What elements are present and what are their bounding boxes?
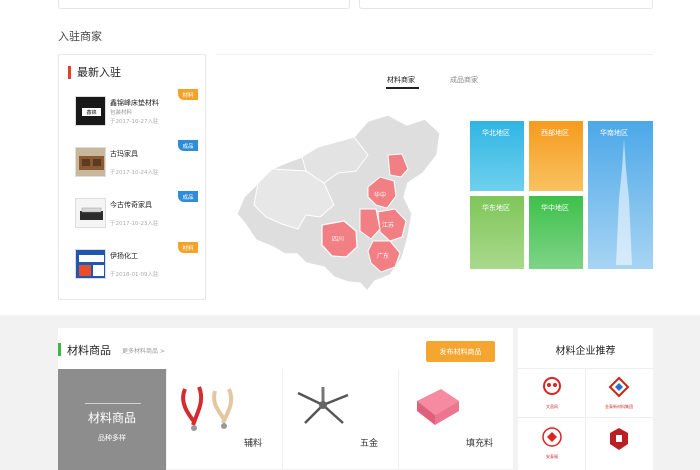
merchant-tag: 材料 <box>178 89 198 100</box>
merchant-join-date: 于2017-10-23入驻 <box>110 221 159 227</box>
company-logo[interactable]: 文昌网 <box>531 376 573 410</box>
merchant-logo <box>75 198 106 228</box>
merchant-item[interactable]: 伊扬化工 于2018-01-09入驻 材料 <box>71 242 198 286</box>
company-logo[interactable] <box>598 426 640 460</box>
panel-title: 最新入驻 <box>77 66 121 79</box>
region-central-china[interactable]: 华中地区 <box>529 196 583 269</box>
logo-caption: 安泰福 <box>546 454 558 459</box>
china-map[interactable]: 华中 四川 江苏 广东 <box>236 113 446 293</box>
lanyard-icon <box>181 386 234 431</box>
divider <box>585 368 586 470</box>
merchant-item[interactable]: 古玛家具 于2017-10-24入驻 成品 <box>71 140 198 184</box>
map-label: 华中 <box>374 191 386 199</box>
merchant-tag: 材料 <box>178 242 198 253</box>
map-label: 四川 <box>332 236 344 243</box>
panel-header: 最新入驻 <box>59 55 205 89</box>
company-logo[interactable]: 金泰新材料集团 <box>598 376 640 410</box>
section-title: 入驻商家 <box>58 30 102 43</box>
publish-goods-button[interactable]: 发布材料商品 <box>426 341 495 362</box>
chair-base-icon <box>297 387 349 424</box>
recommend-title: 材料企业推荐 <box>555 346 616 357</box>
top-card-row <box>58 0 653 10</box>
tab-material-merchants[interactable]: 材料商家 <box>387 75 415 85</box>
top-card-left[interactable] <box>58 0 350 9</box>
feature-title: 材料商品 <box>87 411 136 425</box>
merchant-join-date: 于2017-10-27入驻 <box>110 119 159 125</box>
company-logo[interactable]: 安泰福 <box>531 426 573 460</box>
tab-finished-merchants[interactable]: 成品商家 <box>450 75 478 85</box>
divider <box>518 417 653 418</box>
merchant-category: 包装材料 <box>110 110 133 116</box>
goods-item-accessories[interactable]: 辅料 <box>166 369 282 470</box>
tower-graphic <box>616 139 632 265</box>
goods-item-label: 填充料 <box>465 439 493 449</box>
merchant-logo: 鑫锦 <box>75 96 106 126</box>
divider <box>85 403 141 404</box>
merchant-item[interactable]: 今古传奇家具 于2017-10-23入驻 成品 <box>71 191 198 235</box>
merchant-map-panel: 材料商家 成品商家 华中 四川 江苏 广东 华北地区 西部地区 华南地区 华东地… <box>216 54 653 300</box>
goods-feature-banner[interactable]: 材料商品 品种多样 <box>58 369 166 470</box>
goods-item-hardware[interactable]: 五金 <box>282 369 398 470</box>
accent-bar <box>68 65 71 79</box>
region-west[interactable]: 西部地区 <box>529 121 583 191</box>
goods-item-label: 辅料 <box>243 439 262 449</box>
goods-title: 材料商品 <box>67 344 111 357</box>
region-east-china[interactable]: 华东地区 <box>470 196 524 269</box>
merchant-item[interactable]: 鑫锦 鑫锦峰床垫材料 包装材料 于2017-10-27入驻 材料 <box>71 89 198 133</box>
material-goods-panel: 材料商品 更多材料商品 > 发布材料商品 材料商品 品种多样 辅料 五金 填充料 <box>58 328 513 470</box>
merchant-join-date: 于2017-10-24入驻 <box>110 170 159 176</box>
merchant-tag: 成品 <box>178 140 198 151</box>
goods-item-filling[interactable]: 填充料 <box>398 369 513 470</box>
goods-item-label: 五金 <box>359 439 378 449</box>
accent-bar <box>58 343 61 356</box>
feature-subtitle: 品种多样 <box>98 434 126 442</box>
merchant-join-date: 于2018-01-09入驻 <box>110 272 159 278</box>
region-north-china[interactable]: 华北地区 <box>470 121 524 191</box>
newest-merchants-panel: 最新入驻 鑫锦 鑫锦峰床垫材料 包装材料 于2017-10-27入驻 材料 古玛… <box>58 54 206 300</box>
top-card-right[interactable] <box>359 0 653 9</box>
logo-1-icon <box>543 377 561 395</box>
foam-block-icon <box>417 389 459 425</box>
merchant-name[interactable]: 今古传奇家具 <box>110 200 152 210</box>
goods-header: 材料商品 更多材料商品 > 发布材料商品 <box>58 328 513 368</box>
logo-4-icon <box>610 428 628 450</box>
logo-caption: 文昌网 <box>546 404 558 409</box>
map-label: 广东 <box>377 252 389 260</box>
merchant-logo <box>75 147 106 177</box>
logo-caption: 金泰新材料集团 <box>605 404 633 409</box>
merchant-logo <box>75 249 106 279</box>
recommended-companies-panel: 材料企业推荐 文昌网 金泰新材料集团 安泰福 <box>518 328 653 470</box>
merchant-name[interactable]: 鑫锦峰床垫材料 <box>110 98 159 108</box>
map-label: 江苏 <box>382 221 394 229</box>
svg-text:鑫锦: 鑫锦 <box>86 109 96 116</box>
merchant-name[interactable]: 伊扬化工 <box>110 251 138 261</box>
merchant-tag: 成品 <box>178 191 198 202</box>
more-goods-link[interactable]: 更多材料商品 > <box>122 346 165 355</box>
active-tab-indicator <box>386 87 419 89</box>
logo-2-icon <box>608 376 630 398</box>
logo-3-icon <box>542 427 562 447</box>
merchant-name[interactable]: 古玛家具 <box>110 149 138 159</box>
